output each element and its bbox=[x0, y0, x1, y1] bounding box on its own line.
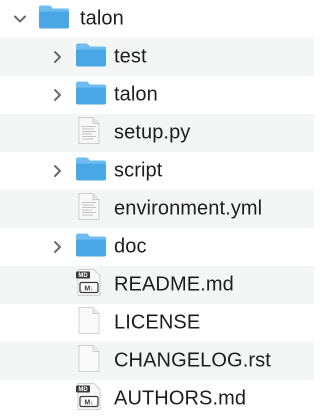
tree-item-label: setup.py bbox=[114, 121, 191, 144]
tree-item-label: environment.yml bbox=[114, 197, 263, 220]
tree-item-label: LICENSE bbox=[114, 311, 201, 334]
chevron-right-icon[interactable] bbox=[49, 87, 65, 103]
tree-row-test[interactable]: test bbox=[0, 38, 314, 76]
blank-file-icon bbox=[78, 307, 100, 340]
text-file-icon bbox=[78, 193, 100, 226]
chevron-down-icon[interactable] bbox=[12, 11, 28, 27]
tree-row-authors-md[interactable]: MD M↓ AUTHORS.md bbox=[0, 380, 314, 418]
md-mark-text: M↓ bbox=[84, 400, 93, 407]
chevron-right-icon[interactable] bbox=[49, 49, 65, 65]
md-mark-text: M↓ bbox=[84, 286, 93, 293]
tree-row-root[interactable]: talon bbox=[0, 0, 314, 38]
file-tree: talon test talon setup.py script environ… bbox=[0, 0, 314, 418]
tree-item-label: CHANGELOG.rst bbox=[114, 349, 271, 372]
blank-file-icon bbox=[78, 345, 100, 378]
md-badge-text: MD bbox=[78, 273, 88, 279]
folder-icon bbox=[38, 4, 70, 35]
tree-row-script[interactable]: script bbox=[0, 152, 314, 190]
folder-icon bbox=[75, 156, 107, 187]
tree-item-label: script bbox=[114, 159, 163, 182]
tree-row-talon[interactable]: talon bbox=[0, 76, 314, 114]
tree-item-label: talon bbox=[114, 83, 158, 106]
tree-item-label: doc bbox=[114, 235, 147, 258]
tree-row-doc[interactable]: doc bbox=[0, 228, 314, 266]
markdown-file-icon: MD M↓ bbox=[76, 269, 102, 302]
folder-icon bbox=[75, 80, 107, 111]
tree-row-readme-md[interactable]: MD M↓ README.md bbox=[0, 266, 314, 304]
tree-row-license[interactable]: LICENSE bbox=[0, 304, 314, 342]
md-badge-text: MD bbox=[78, 387, 88, 393]
tree-item-label: talon bbox=[80, 7, 124, 30]
folder-icon bbox=[75, 232, 107, 263]
tree-row-environment-yml[interactable]: environment.yml bbox=[0, 190, 314, 228]
text-file-icon bbox=[78, 117, 100, 150]
tree-item-label: test bbox=[114, 45, 147, 68]
chevron-right-icon[interactable] bbox=[49, 239, 65, 255]
tree-item-label: AUTHORS.md bbox=[114, 387, 247, 410]
tree-row-setup-py[interactable]: setup.py bbox=[0, 114, 314, 152]
tree-row-changelog-rst[interactable]: CHANGELOG.rst bbox=[0, 342, 314, 380]
markdown-file-icon: MD M↓ bbox=[76, 383, 102, 416]
chevron-right-icon[interactable] bbox=[49, 163, 65, 179]
tree-item-label: README.md bbox=[114, 273, 234, 296]
folder-icon bbox=[75, 42, 107, 73]
